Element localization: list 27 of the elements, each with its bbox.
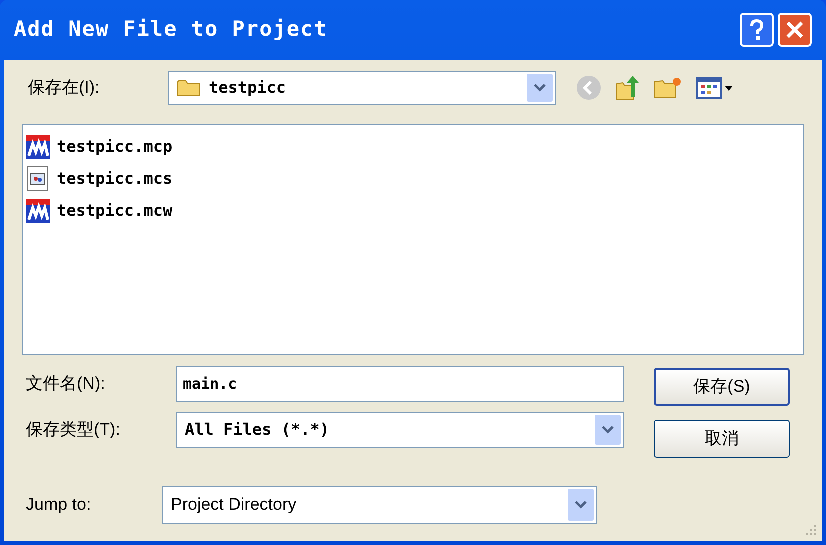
- jump-to-dropdown[interactable]: Project Directory: [162, 486, 597, 524]
- resize-grip-icon[interactable]: [804, 523, 818, 537]
- folder-dropdown[interactable]: testpicc: [168, 71, 556, 105]
- app-file-icon: [25, 134, 51, 160]
- file-item[interactable]: testpicc.mcw: [23, 195, 175, 227]
- file-item[interactable]: testpicc.mcp: [23, 131, 175, 163]
- view-menu-icon[interactable]: [696, 77, 734, 99]
- help-button[interactable]: [740, 13, 774, 47]
- document-icon: [25, 166, 51, 192]
- folder-icon: [177, 78, 201, 98]
- file-item[interactable]: testpicc.mcs: [23, 163, 175, 195]
- close-icon: [786, 21, 804, 39]
- file-type-dropdown[interactable]: All Files (*.*): [176, 412, 624, 448]
- file-name-field[interactable]: main.c: [176, 366, 624, 402]
- field-label: 保存在(I):: [27, 77, 101, 100]
- window-title: Add New File to Project: [14, 16, 328, 44]
- field-label: Jump to:: [25, 494, 92, 516]
- save-button[interactable]: 保存(S): [654, 368, 790, 406]
- app-file-icon: [25, 198, 51, 224]
- folder-up-icon[interactable]: [616, 75, 640, 101]
- new-folder-icon[interactable]: [654, 76, 682, 100]
- back-icon[interactable]: [576, 75, 602, 101]
- field-label: 保存类型(T):: [25, 419, 122, 442]
- cancel-button[interactable]: 取消: [654, 420, 790, 458]
- field-label: 文件名(N):: [25, 373, 106, 396]
- close-button[interactable]: [778, 13, 812, 47]
- help-icon: [749, 19, 765, 41]
